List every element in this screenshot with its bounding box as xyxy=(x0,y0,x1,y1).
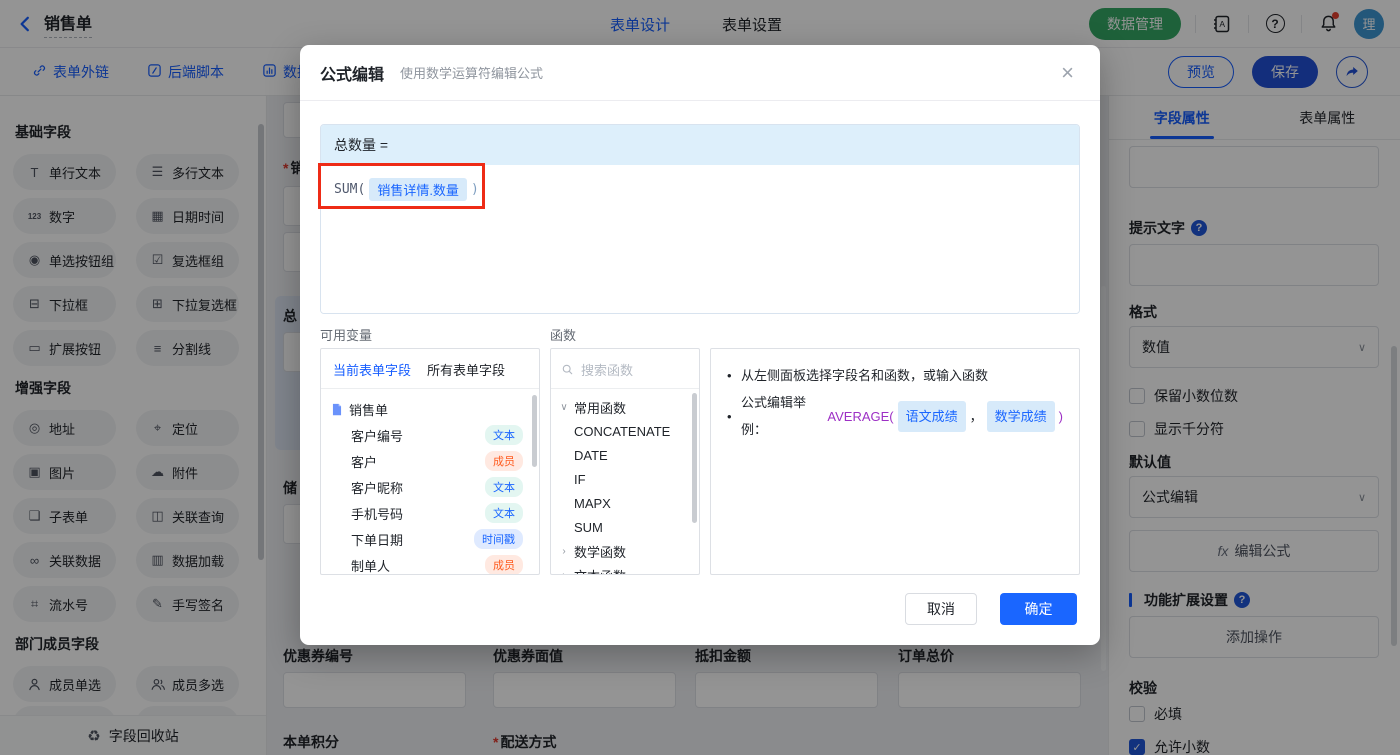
function-item[interactable]: CONCATENATE xyxy=(551,419,699,443)
modal-header: 公式编辑 使用数学运算符编辑公式 × xyxy=(300,45,1100,101)
function-group-name: 文本函数 xyxy=(574,566,626,576)
search-icon xyxy=(561,363,574,376)
example-function-keyword: AVERAGE( xyxy=(827,403,893,430)
example-close-paren: ) xyxy=(1059,403,1063,430)
functions-label: 函数 xyxy=(550,325,576,344)
function-list: ∨ 常用函数 CONCATENATEDATEIFMAPXSUM › 数学函数 › 文本函数 xyxy=(551,389,699,575)
variables-tree: 销售单 客户编号文本客户成员客户昵称文本手机号码文本下单日期时间戳制单人成员 xyxy=(321,389,539,575)
formula-target: 总数量 = xyxy=(321,125,1079,165)
variable-field-row[interactable]: 下单日期 时间戳 xyxy=(331,526,533,552)
formula-edit-modal: 公式编辑 使用数学运算符编辑公式 × 总数量 = SUM( 销售详情.数量 ) … xyxy=(300,45,1100,645)
variables-field-rows: 客户编号文本客户成员客户昵称文本手机号码文本下单日期时间戳制单人成员 xyxy=(331,422,533,575)
field-type-badge: 文本 xyxy=(485,503,523,523)
variables-tabs: 当前表单字段所有表单字段 xyxy=(321,349,539,389)
function-group-collapsed[interactable]: › 数学函数 xyxy=(551,539,699,563)
variables-label: 可用变量 xyxy=(320,325,372,344)
formula-editor: 总数量 = SUM( 销售详情.数量 ) xyxy=(320,124,1080,314)
tip-text: 从左侧面板选择字段名和函数，或输入函数 xyxy=(741,362,988,389)
cancel-button[interactable]: 取消 xyxy=(905,593,977,625)
formula-input-area[interactable]: SUM( 销售详情.数量 ) xyxy=(321,165,1079,314)
formula-close-paren: ) xyxy=(471,182,479,197)
functions-panel: 搜索函数 ∨常用函数CONCATENATEDATEIFMAPXSUM›数学函数›… xyxy=(550,348,700,575)
chevron-down-icon: ∨ xyxy=(559,402,569,413)
function-group-name: 常用函数 xyxy=(574,398,626,417)
formula-field-chip[interactable]: 销售详情.数量 xyxy=(369,178,467,201)
tips-panel: •从左侧面板选择字段名和函数，或输入函数•公式编辑举例：AVERAGE(语文成绩… xyxy=(710,348,1080,575)
function-item[interactable]: MAPX xyxy=(551,491,699,515)
tip-line: •从左侧面板选择字段名和函数，或输入函数 xyxy=(727,362,1063,389)
variables-scrollbar[interactable] xyxy=(532,395,537,467)
bullet-icon: • xyxy=(727,403,741,430)
tip-line: •公式编辑举例：AVERAGE(语文成绩，数学成绩) xyxy=(727,389,1063,443)
function-group-name: 数学函数 xyxy=(574,542,626,561)
field-type-badge: 文本 xyxy=(485,477,523,497)
tip-text: 公式编辑举例： xyxy=(741,389,827,443)
formula-function: SUM( xyxy=(334,182,365,197)
variable-field-name: 客户 xyxy=(351,452,377,471)
chevron-right-icon: › xyxy=(559,546,569,557)
variable-field-row[interactable]: 制单人 成员 xyxy=(331,552,533,575)
variable-field-name: 客户昵称 xyxy=(351,478,403,497)
function-item[interactable]: SUM xyxy=(551,515,699,539)
function-item[interactable]: DATE xyxy=(551,443,699,467)
example-field-chip: 数学成绩 xyxy=(987,401,1055,432)
field-type-badge: 文本 xyxy=(485,425,523,445)
field-type-badge: 成员 xyxy=(485,451,523,471)
functions-scrollbar[interactable] xyxy=(692,393,697,523)
bullet-icon: • xyxy=(727,362,741,389)
variable-field-row[interactable]: 客户昵称 文本 xyxy=(331,474,533,500)
variable-field-row[interactable]: 手机号码 文本 xyxy=(331,500,533,526)
variables-tab-all[interactable]: 所有表单字段 xyxy=(427,360,505,379)
function-item[interactable]: IF xyxy=(551,467,699,491)
function-search-placeholder: 搜索函数 xyxy=(581,360,633,379)
document-icon xyxy=(331,403,343,416)
variable-field-row[interactable]: 客户编号 文本 xyxy=(331,422,533,448)
modal-subtitle: 使用数学运算符编辑公式 xyxy=(400,63,543,82)
variable-field-name: 下单日期 xyxy=(351,530,403,549)
field-type-badge: 时间戳 xyxy=(474,529,523,549)
modal-title: 公式编辑 xyxy=(320,61,384,85)
variables-panel: 当前表单字段所有表单字段 销售单 客户编号文本客户成员客户昵称文本手机号码文本下… xyxy=(320,348,540,575)
variable-field-name: 客户编号 xyxy=(351,426,403,445)
variable-field-row[interactable]: 客户 成员 xyxy=(331,448,533,474)
example-field-chip: 语文成绩 xyxy=(898,401,966,432)
tree-root-row[interactable]: 销售单 xyxy=(331,396,533,422)
field-type-badge: 成员 xyxy=(485,555,523,575)
variables-tab-current[interactable]: 当前表单字段 xyxy=(333,360,411,379)
function-group-expanded[interactable]: ∨ 常用函数 xyxy=(551,395,699,419)
function-group-collapsed[interactable]: › 文本函数 xyxy=(551,563,699,575)
chevron-right-icon: › xyxy=(559,570,569,576)
confirm-button[interactable]: 确定 xyxy=(1000,593,1077,625)
variable-field-name: 制单人 xyxy=(351,556,390,575)
formula-expression: SUM( 销售详情.数量 ) xyxy=(334,178,1066,201)
close-icon[interactable]: × xyxy=(1055,60,1080,86)
variable-field-name: 手机号码 xyxy=(351,504,403,523)
tip-separator: ， xyxy=(970,403,983,430)
app-root: 销售单 表单设计表单设置 数据管理 A ? 理 表单外链后端脚本数据权 预览 保… xyxy=(0,0,1400,755)
function-search[interactable]: 搜索函数 xyxy=(551,349,699,389)
tips-content: •从左侧面板选择字段名和函数，或输入函数•公式编辑举例：AVERAGE(语文成绩… xyxy=(711,349,1079,456)
